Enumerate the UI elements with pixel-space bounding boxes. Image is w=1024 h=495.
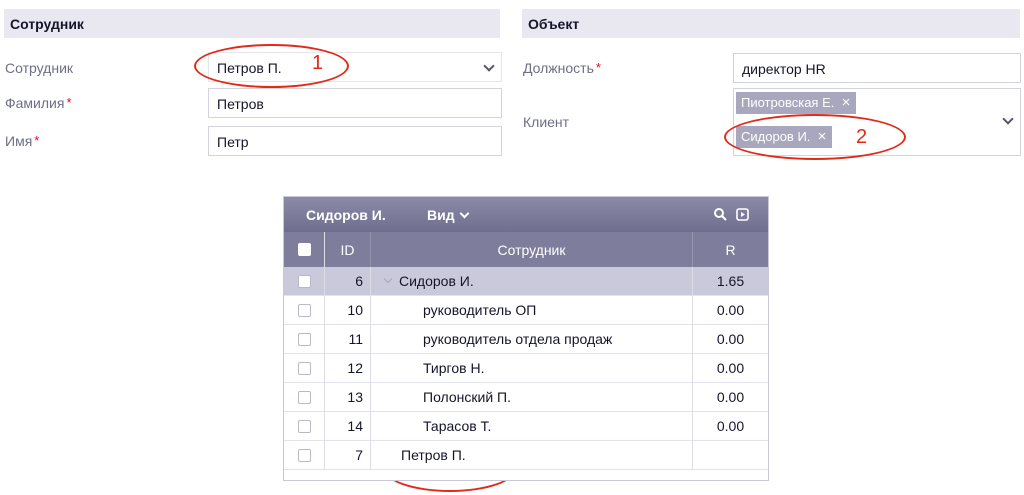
row-employee-name: Тиргов Н. bbox=[423, 360, 485, 376]
annotation-number: 1 bbox=[312, 52, 324, 74]
lastname-label: Фамилия * bbox=[5, 95, 72, 111]
row-checkbox[interactable] bbox=[297, 274, 311, 288]
row-id-cell: 10 bbox=[325, 296, 371, 324]
select-all-cell bbox=[284, 232, 325, 267]
table-row[interactable]: 7 Петров П. bbox=[284, 441, 768, 470]
row-id-cell: 6 bbox=[325, 267, 371, 295]
export-icon[interactable] bbox=[736, 208, 749, 224]
row-employee-name: Полонский П. bbox=[423, 389, 511, 405]
object-section-header: Объект bbox=[522, 9, 1020, 38]
row-employee-name: руководитель ОП bbox=[423, 302, 537, 318]
row-select-cell bbox=[284, 383, 325, 411]
firstname-field[interactable]: Петр bbox=[208, 126, 502, 156]
table-row[interactable]: 11 руководитель отдела продаж 0.00 bbox=[284, 325, 768, 354]
table-row[interactable]: 10 руководитель ОП 0.00 bbox=[284, 296, 768, 325]
client-label: Клиент bbox=[523, 114, 570, 130]
row-employee-name: руководитель отдела продаж bbox=[423, 331, 613, 347]
row-r-cell bbox=[693, 441, 768, 469]
grid-toolbar: Сидоров И. Вид bbox=[284, 197, 768, 232]
row-employee-cell: руководитель отдела продаж bbox=[371, 325, 693, 353]
column-header-employee-label: Сотрудник bbox=[497, 241, 566, 258]
required-mark: * bbox=[595, 60, 601, 75]
annotation-number: 2 bbox=[856, 126, 868, 148]
position-field-value: директор HR bbox=[742, 61, 826, 77]
column-header-id[interactable]: ID bbox=[325, 232, 371, 267]
employee-label: Сотрудник bbox=[5, 60, 74, 76]
column-header-r[interactable]: R bbox=[693, 232, 768, 267]
row-employee-cell: Полонский П. bbox=[371, 383, 693, 411]
position-label-text: Должность bbox=[523, 60, 594, 76]
row-id-cell: 13 bbox=[325, 383, 371, 411]
column-header-r-label: R bbox=[725, 241, 736, 258]
firstname-field-value: Петр bbox=[217, 134, 249, 150]
row-r-cell: 0.00 bbox=[716, 302, 745, 318]
chevron-down-icon bbox=[459, 208, 470, 218]
row-employee-name: Петров П. bbox=[401, 447, 466, 463]
row-select-cell bbox=[284, 412, 325, 440]
row-select-cell bbox=[284, 325, 325, 353]
employee-grid: Сидоров И. Вид ID Сотрудник R 6 Сидоров И… bbox=[283, 196, 769, 481]
row-employee-cell: Тиргов Н. bbox=[371, 354, 693, 382]
position-label: Должность * bbox=[523, 60, 601, 76]
firstname-label-text: Имя bbox=[5, 133, 33, 149]
select-all-checkbox[interactable] bbox=[297, 243, 311, 256]
row-id-cell: 12 bbox=[325, 354, 371, 382]
row-select-cell bbox=[284, 296, 325, 324]
view-menu-button[interactable]: Вид bbox=[427, 207, 470, 223]
row-select-cell bbox=[284, 354, 325, 382]
lastname-label-text: Фамилия bbox=[5, 95, 65, 111]
row-checkbox[interactable] bbox=[297, 332, 311, 346]
client-tag-label: Пиотровская Е. bbox=[741, 95, 835, 110]
row-checkbox[interactable] bbox=[297, 361, 311, 375]
column-header-employee[interactable]: Сотрудник bbox=[371, 232, 693, 267]
chevron-down-icon bbox=[1002, 113, 1014, 125]
firstname-label: Имя * bbox=[5, 133, 39, 149]
row-checkbox[interactable] bbox=[297, 419, 311, 433]
row-checkbox[interactable] bbox=[297, 390, 311, 404]
row-employee-cell: Петров П. bbox=[371, 441, 693, 469]
employee-section-header: Сотрудник bbox=[4, 9, 500, 38]
view-menu-label: Вид bbox=[427, 207, 455, 223]
remove-tag-icon[interactable]: × bbox=[842, 94, 851, 111]
lastname-field-value: Петров bbox=[217, 96, 264, 112]
required-mark: * bbox=[66, 95, 72, 110]
annotation-circle bbox=[724, 114, 906, 160]
chevron-down-icon[interactable] bbox=[383, 274, 393, 284]
row-r-cell: 0.00 bbox=[716, 331, 745, 347]
row-employee-name: Тарасов Т. bbox=[423, 418, 492, 434]
row-select-cell bbox=[284, 267, 325, 295]
search-icon[interactable] bbox=[714, 208, 727, 224]
row-employee-cell: Сидоров И. bbox=[371, 267, 693, 295]
row-r-cell: 0.00 bbox=[716, 389, 745, 405]
row-r-cell: 1.65 bbox=[716, 273, 745, 289]
row-employee-name: Сидоров И. bbox=[399, 273, 474, 289]
grid-title: Сидоров И. bbox=[306, 207, 386, 223]
client-tag: Пиотровская Е. × bbox=[736, 92, 857, 114]
row-employee-cell: руководитель ОП bbox=[371, 296, 693, 324]
chevron-down-icon bbox=[483, 60, 495, 72]
column-header-id-label: ID bbox=[340, 241, 355, 258]
row-r-cell: 0.00 bbox=[716, 360, 745, 376]
row-id-cell: 11 bbox=[325, 325, 371, 353]
table-row[interactable]: 6 Сидоров И. 1.65 bbox=[284, 267, 768, 296]
row-employee-cell: Тарасов Т. bbox=[371, 412, 693, 440]
table-row[interactable]: 12 Тиргов Н. 0.00 bbox=[284, 354, 768, 383]
table-row[interactable]: 14 Тарасов Т. 0.00 bbox=[284, 412, 768, 441]
row-id-cell: 7 bbox=[325, 441, 371, 469]
row-select-cell bbox=[284, 441, 325, 469]
row-r-cell: 0.00 bbox=[716, 418, 745, 434]
table-row[interactable]: 13 Полонский П. 0.00 bbox=[284, 383, 768, 412]
position-field[interactable]: директор HR bbox=[733, 53, 1021, 83]
required-mark: * bbox=[34, 133, 40, 148]
lastname-field[interactable]: Петров bbox=[208, 88, 502, 118]
row-checkbox[interactable] bbox=[297, 303, 311, 317]
row-checkbox[interactable] bbox=[297, 448, 311, 462]
grid-header-row: ID Сотрудник R bbox=[284, 232, 768, 267]
annotation-circle bbox=[194, 44, 349, 88]
row-id-cell: 14 bbox=[325, 412, 371, 440]
